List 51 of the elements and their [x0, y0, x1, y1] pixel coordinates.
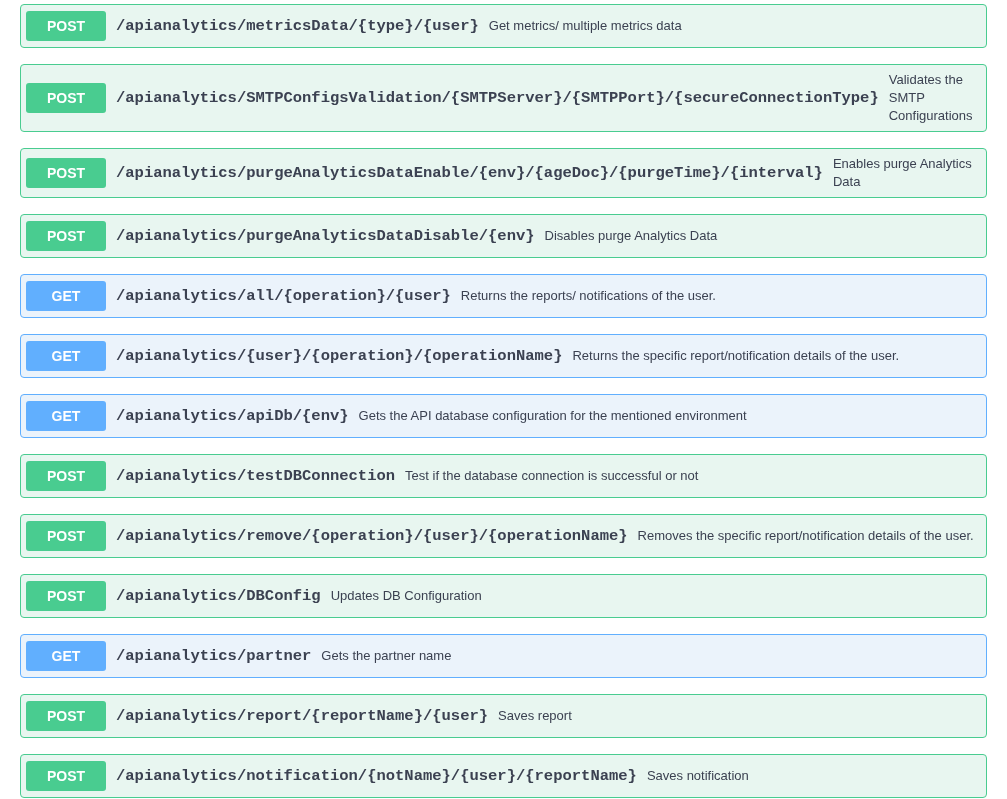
endpoint-path: /apianalytics/all/{operation}/{user} — [116, 287, 451, 305]
endpoint-description: Removes the specific report/notification details of the user. — [637, 527, 974, 545]
method-badge: POST — [26, 701, 106, 731]
endpoint-path: /apianalytics/partner — [116, 647, 312, 665]
method-badge: POST — [26, 521, 106, 551]
method-badge: POST — [26, 761, 106, 791]
operation-row[interactable]: GET /apianalytics/apiDb/{env} Gets the API database configuration for the mentioned environment — [20, 394, 987, 438]
method-badge: GET — [26, 281, 106, 311]
operation-row[interactable]: GET /apianalytics/{user}/{operation}/{operationName} Returns the specific report/notification details of the user. — [20, 334, 987, 378]
endpoint-description: Saves notification — [646, 767, 749, 785]
operation-row[interactable]: POST /apianalytics/SMTPConfigsValidation/{SMTPServer}/{SMTPPort}/{secureConnectionType} Validates the SMTP Configurations — [20, 64, 987, 132]
operation-row[interactable]: POST /apianalytics/purgeAnalyticsDataDisable/{env} Disables purge Analytics Data — [20, 214, 987, 258]
endpoint-description: Enables purge Analytics Data — [832, 155, 973, 191]
endpoint-path: /apianalytics/report/{reportName}/{user} — [116, 707, 489, 725]
operation-row[interactable]: POST /apianalytics/metricsData/{type}/{user} Get metrics/ multiple metrics data — [20, 4, 987, 48]
endpoint-description: Get metrics/ multiple metrics data — [488, 17, 682, 35]
endpoint-path: /apianalytics/apiDb/{env} — [116, 407, 349, 425]
endpoint-path: /apianalytics/purgeAnalyticsDataEnable/{env}/{ageDoc}/{purgeTime}/{interval} — [116, 164, 823, 182]
endpoint-path: /apianalytics/DBConfig — [116, 587, 321, 605]
method-badge: POST — [26, 11, 106, 41]
method-badge: GET — [26, 341, 106, 371]
method-badge: GET — [26, 401, 106, 431]
method-badge: GET — [26, 641, 106, 671]
method-badge: POST — [26, 83, 106, 113]
method-badge: POST — [26, 581, 106, 611]
endpoint-path: /apianalytics/SMTPConfigsValidation/{SMTPServer}/{SMTPPort}/{secureConnectionType} — [116, 89, 879, 107]
operation-row[interactable]: POST /apianalytics/testDBConnection Test if the database connection is successful or not — [20, 454, 987, 498]
operation-row[interactable]: POST /apianalytics/remove/{operation}/{user}/{operationName} Removes the specific report/notification details of the user. — [20, 514, 987, 558]
endpoint-description: Saves report — [498, 707, 572, 725]
endpoint-description: Returns the specific report/notification details of the user. — [572, 347, 900, 365]
endpoint-path: /apianalytics/remove/{operation}/{user}/{operationName} — [116, 527, 628, 545]
endpoint-path: /apianalytics/notification/{notName}/{user}/{reportName} — [116, 767, 637, 785]
method-badge: POST — [26, 158, 106, 188]
endpoint-path: /apianalytics/{user}/{operation}/{operationName} — [116, 347, 563, 365]
operation-row[interactable]: POST /apianalytics/report/{reportName}/{user} Saves report — [20, 694, 987, 738]
endpoint-description: Gets the partner name — [321, 647, 452, 665]
operation-row[interactable]: GET /apianalytics/partner Gets the partner name — [20, 634, 987, 678]
endpoint-description: Updates DB Configuration — [330, 587, 482, 605]
method-badge: POST — [26, 461, 106, 491]
operation-row[interactable]: GET /apianalytics/all/{operation}/{user} Returns the reports/ notifications of the user. — [20, 274, 987, 318]
endpoint-description: Gets the API database configuration for the mentioned environment — [358, 407, 747, 425]
endpoint-description: Validates the SMTP Configurations — [888, 71, 974, 125]
operation-row[interactable]: POST /apianalytics/DBConfig Updates DB Configuration — [20, 574, 987, 618]
endpoint-path: /apianalytics/testDBConnection — [116, 467, 396, 485]
endpoint-description: Returns the reports/ notifications of the user. — [460, 287, 716, 305]
endpoint-path: /apianalytics/purgeAnalyticsDataDisable/{env} — [116, 227, 535, 245]
method-badge: POST — [26, 221, 106, 251]
operation-row[interactable]: POST /apianalytics/notification/{notName}/{user}/{reportName} Saves notification — [20, 754, 987, 798]
endpoint-description: Disables purge Analytics Data — [544, 227, 718, 245]
endpoint-description: Test if the database connection is successful or not — [405, 467, 699, 485]
endpoint-path: /apianalytics/metricsData/{type}/{user} — [116, 17, 479, 35]
